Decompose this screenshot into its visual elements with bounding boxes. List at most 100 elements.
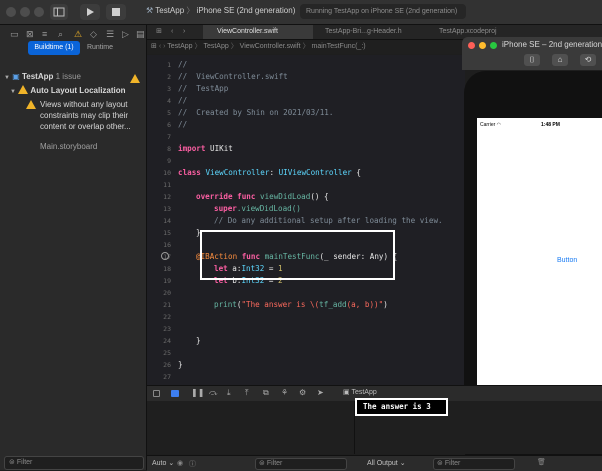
- minimize-window-button[interactable]: [20, 7, 30, 17]
- auto-selector[interactable]: Auto ⌄: [152, 459, 174, 467]
- line-number: 14: [163, 217, 171, 225]
- pause-icon[interactable]: ❚❚: [191, 388, 204, 397]
- line-number: 4: [167, 97, 171, 105]
- tab-viewcontroller[interactable]: ViewController.swift: [203, 25, 313, 39]
- tab-buildtime[interactable]: Buildtime (1): [28, 41, 80, 55]
- related-items-icon[interactable]: ⊞: [151, 43, 157, 50]
- info-icon[interactable]: ⓘ: [189, 459, 196, 469]
- grid-icon[interactable]: ⊞: [149, 25, 169, 39]
- app-icon: ⚒: [146, 6, 154, 15]
- navigator-find-icon[interactable]: ⌕: [58, 29, 63, 40]
- toggle-navigator-button[interactable]: [50, 4, 68, 20]
- jump-symbol[interactable]: mainTestFunc(_:): [312, 43, 366, 50]
- warning-icon: [26, 100, 36, 109]
- location-icon[interactable]: ➤: [317, 388, 324, 397]
- sim-close-button[interactable]: [468, 42, 475, 49]
- line-number: 22: [163, 313, 171, 321]
- code-print-line: print("The answer is \(tf_add(a, b))"): [214, 300, 388, 309]
- trash-icon[interactable]: 🗑: [537, 458, 546, 466]
- code-comment: // Created by Shin on 2021/03/11.: [178, 108, 334, 117]
- highlight-box: [200, 230, 395, 280]
- line-number: 11: [163, 181, 171, 189]
- line-number: 26: [163, 361, 171, 369]
- line-number: 16: [163, 241, 171, 249]
- jump-file[interactable]: ViewController.swift: [240, 43, 301, 50]
- zoom-window-button[interactable]: [34, 7, 44, 17]
- jump-folder[interactable]: TestApp: [203, 43, 228, 50]
- eye-icon[interactable]: ◉: [177, 459, 183, 467]
- jump-project[interactable]: TestApp: [167, 43, 192, 50]
- warning-icon: [18, 85, 29, 94]
- scheme-selector[interactable]: ⚒ TestApp 〉 iPhone SE (2nd generation): [146, 5, 295, 16]
- code-comment: // ViewController.swift: [178, 72, 288, 81]
- screenshot-icon[interactable]: ⌷: [524, 54, 540, 66]
- code-comment: // TestApp: [178, 84, 229, 93]
- issue-row[interactable]: Views without any layout constraints may…: [26, 99, 131, 132]
- tab-bridging-header[interactable]: TestApp-Bri...g-Header.h: [319, 25, 431, 39]
- code-override-line: override func viewDidLoad() {: [196, 192, 329, 201]
- line-number: 3: [167, 85, 171, 93]
- tab-runtime[interactable]: Runtime: [80, 41, 120, 55]
- line-number: 20: [163, 289, 171, 297]
- rotate-icon[interactable]: ⟲: [580, 54, 596, 66]
- issue-group-row[interactable]: ▼ Auto Layout Localization: [10, 85, 126, 95]
- ibaction-connection-icon[interactable]: [161, 252, 169, 260]
- step-over-icon[interactable]: ⤼: [209, 388, 218, 398]
- variables-view[interactable]: [147, 401, 355, 454]
- code-comment: // Do any additional setup after loading…: [214, 216, 443, 225]
- carrier-label: Carrier ◠: [480, 122, 502, 128]
- code-super-line: super.viewDidLoad(): [214, 204, 301, 213]
- console-filter-field[interactable]: ⊜ Filter: [433, 458, 515, 470]
- navigator-symbol-icon[interactable]: ≡: [42, 29, 47, 39]
- back-arrow-icon[interactable]: ‹: [171, 25, 183, 39]
- line-number: 10: [163, 169, 171, 177]
- navigator-folder-icon[interactable]: ▭: [10, 29, 19, 40]
- sim-zoom-button[interactable]: [490, 42, 497, 49]
- simulator-title: iPhone SE – 2nd generation: [502, 40, 602, 49]
- variables-filter-field[interactable]: ⊜ Filter: [255, 458, 347, 470]
- device-selector[interactable]: iPhone SE (2nd generation): [197, 6, 296, 15]
- step-in-icon[interactable]: ⤓: [227, 388, 231, 398]
- sim-minimize-button[interactable]: [479, 42, 486, 49]
- issue-navigator: ▭ ⊠ ≡ ⌕ ⚠ ◇ ☰ ▷ ▤ Buildtime (1) Runtime …: [0, 25, 147, 470]
- project-row[interactable]: ▼ ▣ TestApp 1 issue: [4, 72, 81, 81]
- disclosure-down-icon: ▼: [10, 89, 16, 95]
- memory-graph-icon[interactable]: ⚘: [281, 388, 288, 397]
- hide-debug-icon[interactable]: [153, 390, 160, 397]
- close-window-button[interactable]: [6, 7, 16, 17]
- navigator-breakpoint-icon[interactable]: ▷: [122, 29, 129, 40]
- step-out-icon[interactable]: ⤒: [245, 388, 249, 398]
- output-selector[interactable]: All Output ⌄: [367, 459, 406, 467]
- stop-button[interactable]: [106, 4, 126, 20]
- line-number: 15: [163, 229, 171, 237]
- line-number: 23: [163, 325, 171, 333]
- line-number: 6: [167, 121, 171, 129]
- environment-icon[interactable]: ⚙: [299, 388, 306, 397]
- code-editor[interactable]: 1 2 3 4 5 6 7 8 9 10 11 12 13 14 15 16 1…: [147, 55, 465, 385]
- activity-status: Running TestApp on iPhone SE (2nd genera…: [300, 4, 466, 19]
- breakpoints-icon[interactable]: [171, 390, 179, 397]
- navigator-issue-icon[interactable]: ⚠: [74, 29, 82, 40]
- code-brace: }: [178, 360, 183, 369]
- filter-icon: ⊜: [259, 460, 265, 467]
- forward-arrow-icon[interactable]: ›: [183, 25, 195, 39]
- view-debugger-icon[interactable]: ⧉: [263, 388, 269, 398]
- device-screen[interactable]: Carrier ◠ 1:48 PM Button: [477, 118, 602, 416]
- navigator-report-icon[interactable]: ▤: [136, 29, 145, 40]
- run-button[interactable]: [80, 4, 100, 20]
- navigator-debug-icon[interactable]: ☰: [106, 29, 114, 40]
- navigator-filter-field[interactable]: ⊜ Filter: [4, 456, 144, 470]
- line-number: 2: [167, 73, 171, 81]
- home-icon[interactable]: ⌂: [552, 54, 568, 66]
- code-comment: //: [178, 60, 188, 69]
- warning-icon: [130, 74, 140, 83]
- issue-file-label: Main.storyboard: [40, 142, 98, 151]
- window-toolbar: ⚒ TestApp 〉 iPhone SE (2nd generation) R…: [0, 0, 602, 25]
- navigator-test-icon[interactable]: ◇: [90, 29, 97, 40]
- line-number: 25: [163, 349, 171, 357]
- filter-icon: ⊜: [437, 460, 443, 467]
- navigator-source-icon[interactable]: ⊠: [26, 29, 34, 40]
- line-number: 21: [163, 301, 171, 309]
- code-class-line: class ViewController: UIViewController {: [178, 168, 361, 177]
- app-button[interactable]: Button: [557, 257, 577, 264]
